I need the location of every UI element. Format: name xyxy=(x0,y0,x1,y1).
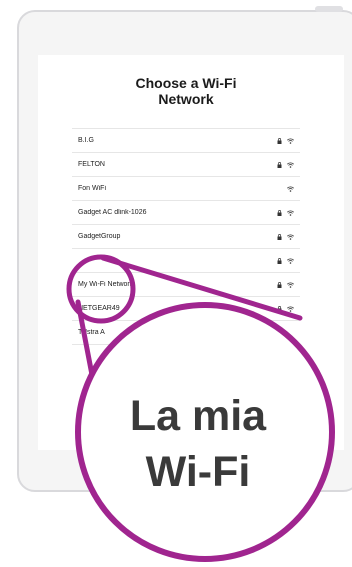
network-row[interactable] xyxy=(72,249,300,273)
lock-icon xyxy=(277,137,282,144)
page-title-line-1: Choose a Wi-Fi xyxy=(135,75,237,91)
page-title: Choose a Wi-Fi Network xyxy=(38,75,334,107)
lock-icon xyxy=(277,281,282,288)
network-row[interactable]: Gadget AC dlink-1026 xyxy=(72,201,300,225)
lock-icon xyxy=(277,305,282,312)
wifi-icon xyxy=(287,306,294,312)
network-name: FELTON xyxy=(78,161,105,168)
lock-icon xyxy=(277,233,282,240)
network-list: B.I.G FELTON Fon WiFi Gadget AC dlink-10… xyxy=(72,128,300,345)
network-name: Fon WiFi xyxy=(78,185,106,192)
wifi-icon xyxy=(287,162,294,168)
network-name: My Wi-Fi Network xyxy=(78,281,134,288)
network-row-selected[interactable]: My Wi-Fi Network xyxy=(72,273,300,297)
lock-icon xyxy=(277,161,282,168)
network-name: Telstra A xyxy=(78,329,105,336)
lock-icon xyxy=(277,257,282,264)
network-row[interactable]: GadgetGroup xyxy=(72,225,300,249)
wifi-icon xyxy=(287,234,294,240)
wifi-icon xyxy=(287,282,294,288)
network-row[interactable]: Telstra A xyxy=(72,321,300,345)
network-row[interactable]: FELTON xyxy=(72,153,300,177)
callout-label-line-1: La mia xyxy=(129,392,267,440)
network-name: NETGEAR49 xyxy=(78,305,120,312)
callout-label-line-2: Wi-Fi xyxy=(145,448,251,496)
page-title-line-2: Network xyxy=(158,91,214,107)
network-row[interactable]: B.I.G xyxy=(72,129,300,153)
network-name: B.I.G xyxy=(78,137,94,144)
network-name: Gadget AC dlink-1026 xyxy=(78,209,147,216)
wifi-icon xyxy=(287,186,294,192)
network-row[interactable]: NETGEAR49 xyxy=(72,297,300,321)
lock-icon xyxy=(277,209,282,216)
power-button xyxy=(315,6,343,12)
network-name: GadgetGroup xyxy=(78,233,121,240)
wifi-icon xyxy=(287,138,294,144)
wifi-icon xyxy=(287,210,294,216)
callout-label: La mia Wi-Fi xyxy=(88,388,308,500)
network-row[interactable]: Fon WiFi xyxy=(72,177,300,201)
wifi-icon xyxy=(287,258,294,264)
